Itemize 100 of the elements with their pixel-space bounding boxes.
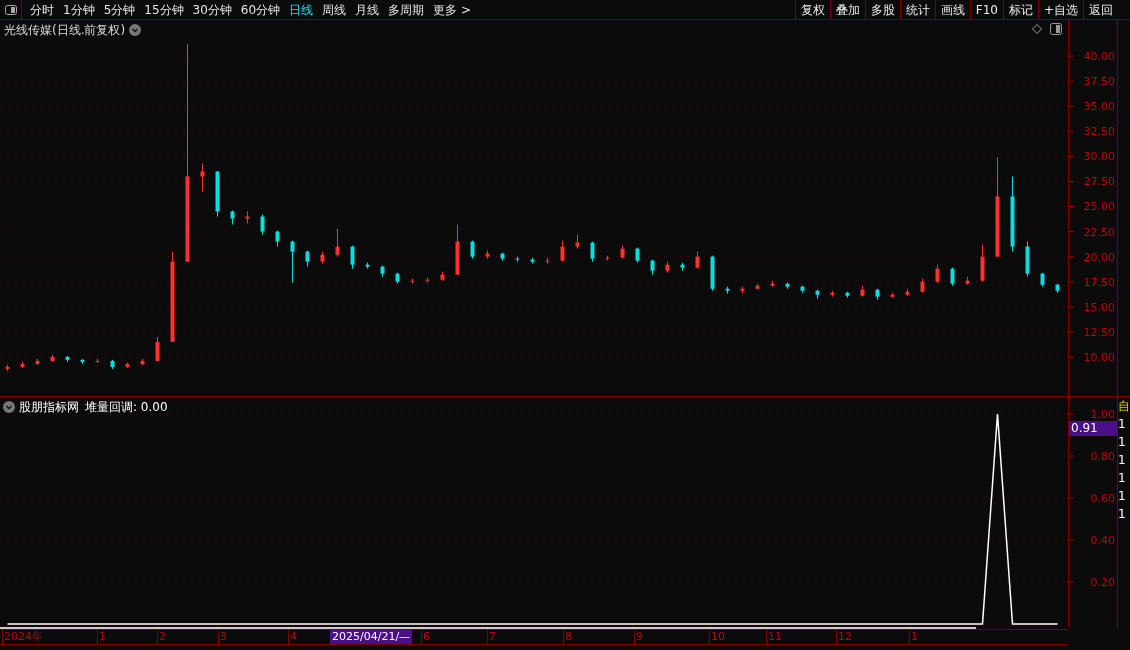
- candlestick: [500, 252, 505, 262]
- candlestick: [800, 285, 805, 294]
- toolbar-button[interactable]: 多股: [864, 0, 900, 19]
- candlestick: [410, 278, 415, 285]
- candlestick: [35, 358, 40, 366]
- candlestick: [125, 362, 130, 369]
- candlestick: [950, 267, 955, 287]
- candlestick: [830, 290, 835, 298]
- date-label: 8: [563, 630, 572, 644]
- side-label: 1: [1118, 470, 1127, 487]
- candlestick: [110, 359, 115, 370]
- candlestick: [650, 259, 655, 276]
- candlestick: [230, 210, 235, 226]
- candlestick: [710, 255, 715, 292]
- candlestick: [65, 355, 70, 363]
- candlestick: [905, 288, 910, 297]
- candlestick: [560, 240, 565, 263]
- candlestick: [455, 224, 460, 276]
- period-tab[interactable]: 月线: [351, 0, 384, 19]
- candlestick: [20, 361, 25, 369]
- side-label: 1: [1118, 506, 1127, 523]
- candlestick: [425, 277, 430, 284]
- date-label: 2024年: [2, 630, 43, 644]
- candlestick: [155, 336, 160, 362]
- candlestick: [1025, 241, 1030, 278]
- toolbar-button[interactable]: 画线: [934, 0, 970, 19]
- period-tab[interactable]: 30分钟: [188, 0, 236, 19]
- dropdown-icon[interactable]: [3, 401, 15, 413]
- toolbar-button[interactable]: 标记: [1002, 0, 1038, 19]
- candlestick: [245, 211, 250, 225]
- period-tab[interactable]: 多周期: [384, 0, 429, 19]
- period-tab[interactable]: 更多 >: [429, 0, 475, 19]
- candlestick: [200, 162, 205, 192]
- candlestick: [680, 262, 685, 272]
- candlestick: [320, 251, 325, 265]
- period-tab[interactable]: 60分钟: [236, 0, 285, 19]
- axis-label: 12.50: [1083, 325, 1115, 339]
- candlestick: [590, 241, 595, 263]
- dropdown-icon[interactable]: [129, 24, 142, 36]
- side-label: 1: [1118, 488, 1127, 505]
- axis-label: 20.00: [1083, 250, 1115, 264]
- date-label: 6: [421, 630, 430, 644]
- period-tab[interactable]: 日线: [285, 0, 318, 19]
- axis-label: 35.00: [1083, 100, 1115, 114]
- panel-toggle-icon[interactable]: [1050, 23, 1062, 35]
- candlestick: [665, 261, 670, 274]
- candlestick: [515, 256, 520, 263]
- toolbar-button[interactable]: +自选: [1037, 0, 1083, 19]
- toolbar-button[interactable]: 复权: [794, 0, 830, 19]
- axis-label: 0.20: [1090, 576, 1115, 590]
- date-label: 4: [288, 630, 297, 644]
- period-tab[interactable]: 分时: [26, 0, 58, 19]
- candlestick: [470, 240, 475, 260]
- candlestick: [395, 272, 400, 285]
- candlestick: [890, 292, 895, 299]
- candlestick: [140, 358, 145, 366]
- candlestick: [335, 228, 340, 258]
- candlestick: [605, 255, 610, 262]
- axis-label: 27.50: [1083, 175, 1115, 189]
- date-label: 10: [709, 630, 725, 644]
- candlestick: [50, 354, 55, 363]
- indicator-legend: 堆量回调: 0.00: [85, 398, 168, 416]
- candlestick: [695, 251, 700, 270]
- period-tab[interactable]: 周线: [318, 0, 351, 19]
- axis-label: 17.50: [1083, 275, 1115, 289]
- date-label: 1: [909, 630, 918, 644]
- candlestick: [350, 245, 355, 270]
- candlestick: [875, 288, 880, 301]
- axis-label: 25.00: [1083, 200, 1115, 214]
- candlestick: [260, 214, 265, 236]
- period-tab[interactable]: 5分钟: [99, 0, 140, 19]
- date-label: 2025/04/21/—: [330, 630, 413, 644]
- axis-label: 0.60: [1090, 492, 1115, 506]
- toolbar-button[interactable]: 统计: [899, 0, 935, 19]
- date-label: 9: [634, 630, 643, 644]
- value-readout: 0.91: [1069, 421, 1117, 436]
- axis-label: 0.40: [1090, 534, 1115, 548]
- candlestick: [620, 245, 625, 260]
- candlestick: [740, 286, 745, 294]
- candlestick: [1040, 272, 1045, 288]
- period-tab[interactable]: 1分钟: [59, 0, 99, 19]
- candlestick: [1055, 283, 1060, 294]
- candlestick: [920, 278, 925, 294]
- toolbar-button[interactable]: 叠加: [829, 0, 865, 19]
- candlestick: [815, 289, 820, 300]
- candlestick: [935, 264, 940, 284]
- candlestick: [215, 170, 220, 217]
- candlestick: [485, 250, 490, 260]
- toolbar-button[interactable]: 返回: [1083, 0, 1118, 19]
- date-label: 3: [218, 630, 227, 644]
- candlestick: [980, 244, 985, 283]
- diamond-icon[interactable]: [1032, 24, 1042, 34]
- candlestick: [530, 257, 535, 265]
- period-tab[interactable]: 15分钟: [140, 0, 188, 19]
- toolbar-button[interactable]: F10: [969, 0, 1003, 19]
- candlestick: [95, 358, 100, 364]
- axis-label: 10.00: [1083, 350, 1115, 364]
- side-label: 1: [1118, 452, 1127, 469]
- axis-label: 22.50: [1083, 225, 1115, 239]
- stock-title: 光线传媒(日线.前复权): [4, 22, 126, 39]
